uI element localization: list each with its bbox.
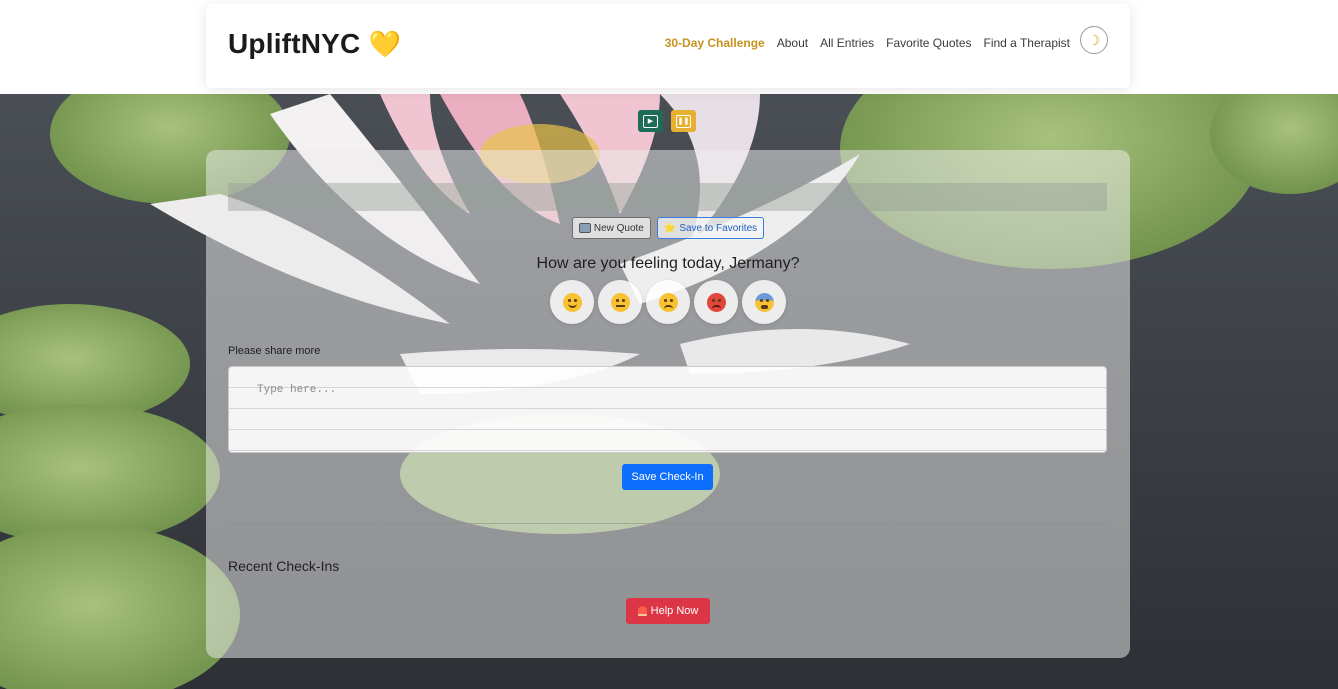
anxious-face-icon (754, 292, 774, 312)
audio-controls: ▶ ❚❚ (638, 110, 696, 132)
pause-button[interactable]: ❚❚ (671, 110, 696, 132)
smiling-face-icon (562, 292, 582, 312)
mood-happy-button[interactable] (550, 280, 594, 324)
new-quote-button[interactable]: New Quote (571, 217, 651, 239)
brand-name: UpliftNYC (228, 28, 361, 59)
save-checkin-button[interactable]: Save Check-In (622, 464, 713, 490)
nav-link-30-day-challenge[interactable]: 30-Day Challenge (665, 36, 765, 50)
checkin-card: New Quote ⭐ Save to Favorites How are yo… (206, 150, 1130, 658)
pause-icon: ❚❚ (676, 114, 691, 128)
yellow-heart-icon: 💛 (368, 29, 402, 59)
nav-links: 30-Day Challenge About All Entries Favor… (665, 26, 1108, 54)
nav-link-favorite-quotes[interactable]: Favorite Quotes (886, 36, 971, 50)
moon-icon: ☽ (1087, 31, 1101, 48)
theme-toggle-button[interactable]: ☽ (1080, 26, 1108, 54)
brand-logo[interactable]: UpliftNYC 💛 (228, 28, 401, 60)
help-now-button[interactable]: Help Now (626, 598, 710, 624)
new-quote-label: New Quote (593, 222, 644, 234)
top-bar: UpliftNYC 💛 30-Day Challenge About All E… (0, 0, 1338, 94)
save-to-favorites-label: Save to Favorites (679, 222, 758, 234)
save-to-favorites-button[interactable]: ⭐ Save to Favorites (656, 217, 765, 239)
play-icon: ▶ (643, 114, 658, 128)
quote-actions: New Quote ⭐ Save to Favorites (206, 217, 1130, 239)
mood-selector (206, 280, 1130, 324)
checkin-notes-input[interactable] (228, 366, 1107, 453)
mood-neutral-button[interactable] (598, 280, 642, 324)
star-icon: ⭐ (663, 222, 677, 234)
nav-link-all-entries[interactable]: All Entries (820, 36, 874, 50)
mood-anxious-button[interactable] (742, 280, 786, 324)
navbar: UpliftNYC 💛 30-Day Challenge About All E… (206, 4, 1130, 88)
crying-face-icon (658, 292, 678, 312)
siren-icon (637, 606, 647, 616)
section-divider (228, 523, 1107, 524)
nav-link-about[interactable]: About (777, 36, 808, 50)
mood-sad-button[interactable] (646, 280, 690, 324)
mood-angry-button[interactable] (694, 280, 738, 324)
neutral-face-icon (610, 292, 630, 312)
refresh-box-icon (578, 223, 591, 233)
recent-checkins-title: Recent Check-Ins (228, 558, 340, 574)
quote-display (228, 183, 1107, 211)
feeling-prompt: How are you feeling today, Jermany? (536, 255, 800, 272)
nav-link-find-a-therapist[interactable]: Find a Therapist (984, 36, 1071, 50)
angry-face-icon (706, 292, 726, 312)
play-button[interactable]: ▶ (638, 110, 663, 132)
help-now-label: Help Now (650, 605, 699, 617)
share-more-label: Please share more (228, 345, 321, 357)
